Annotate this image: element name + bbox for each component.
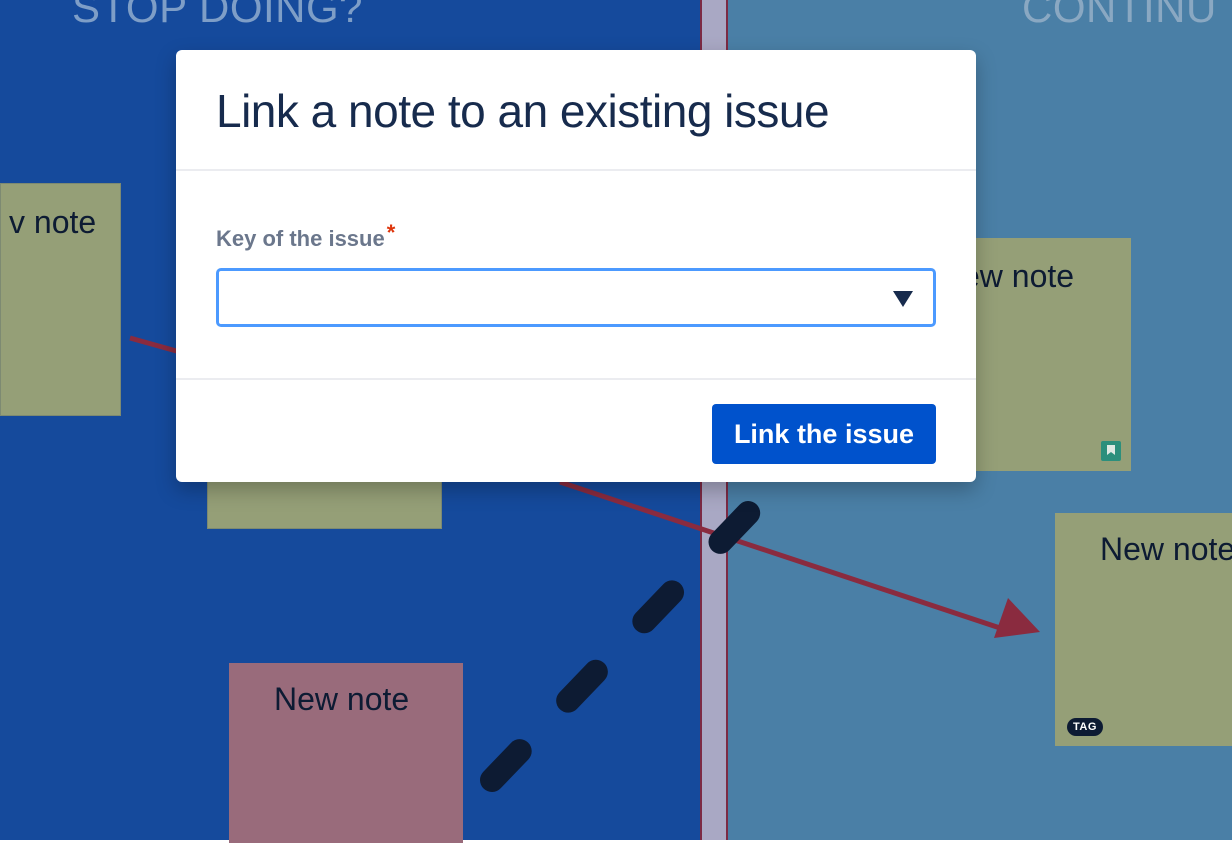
issue-key-label-text: Key of the issue	[216, 226, 385, 251]
issue-key-select[interactable]	[216, 268, 936, 327]
chevron-down-icon[interactable]	[893, 291, 913, 307]
link-issue-dialog: Link a note to an existing issue Key of …	[176, 50, 976, 482]
connector-arrow[interactable]	[129, 335, 181, 355]
required-marker: *	[386, 220, 396, 245]
arrowhead-icon	[994, 598, 1040, 638]
dialog-header: Link a note to an existing issue	[176, 50, 976, 171]
dialog-footer: Link the issue	[176, 378, 976, 482]
connector-dashed[interactable]	[480, 470, 790, 792]
dialog-title: Link a note to an existing issue	[216, 85, 830, 137]
link-issue-button[interactable]: Link the issue	[711, 404, 936, 464]
connector-arrow[interactable]	[559, 479, 1001, 631]
issue-key-label: Key of the issue*	[216, 220, 395, 252]
